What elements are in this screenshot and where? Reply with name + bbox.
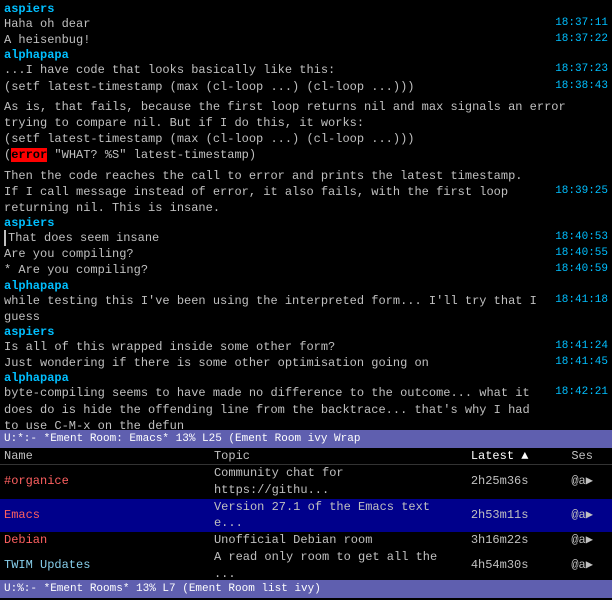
message-group: aspiers — [4, 2, 608, 16]
room-latest-cell: 2h25m36s — [467, 465, 568, 499]
table-header-row: Name Topic Latest ▲ Ses — [0, 448, 612, 465]
table-row[interactable]: #organice Community chat for https://gith… — [0, 465, 612, 499]
rooms-area: Name Topic Latest ▲ Ses #organice Communi… — [0, 448, 612, 580]
room-latest-cell: 4h54m30s — [467, 549, 568, 580]
message-time: 18:40:59 — [555, 262, 608, 277]
message-line: Are you compiling? 18:40:55 — [4, 246, 608, 262]
message-text: If I call message instead of error, it a… — [4, 184, 547, 216]
room-latest-cell: 2h53m11s — [467, 499, 568, 533]
table-row[interactable]: TWIM Updates A read only room to get all … — [0, 549, 612, 580]
message-time: 18:37:11 — [555, 16, 608, 31]
message-time: 18:40:55 — [555, 246, 608, 261]
room-name[interactable]: #organice — [4, 474, 69, 488]
message-text: Are you compiling? — [4, 246, 547, 262]
message-line: If I call message instead of error, it a… — [4, 184, 608, 216]
message-line: (setf latest-timestamp (max (cl-loop ...… — [4, 131, 608, 147]
room-session-cell: @a▶ — [567, 465, 612, 499]
table-row[interactable]: Debian Unofficial Debian room3h16m22s@a▶ — [0, 532, 612, 549]
message-group: alphapapa — [4, 279, 608, 293]
message-group: aspiers — [4, 216, 608, 230]
message-line: Then the code reaches the call to error … — [4, 168, 608, 184]
message-text: Just wondering if there is some other op… — [4, 355, 547, 371]
message-line: while testing this I've been using the i… — [4, 293, 608, 325]
room-name[interactable]: Debian — [4, 533, 47, 547]
chat-mode-line: U:*:- *Ement Room: Emacs* 13% L25 (Ement… — [0, 430, 612, 448]
room-topic-cell: Community chat for https://githu... — [210, 465, 467, 499]
author-label: alphapapa — [4, 48, 69, 62]
message-text: (setf latest-timestamp (max (cl-loop ...… — [4, 79, 547, 95]
message-time: 18:39:25 — [555, 184, 608, 199]
message-text: while testing this I've been using the i… — [4, 293, 547, 325]
room-name[interactable]: Emacs — [4, 508, 40, 522]
message-text: Haha oh dear — [4, 16, 547, 32]
message-line: Haha oh dear 18:37:11 — [4, 16, 608, 32]
message-line: * Are you compiling? 18:40:59 — [4, 262, 608, 278]
message-line: Just wondering if there is some other op… — [4, 355, 608, 371]
room-topic-cell: Version 27.1 of the Emacs text e... — [210, 499, 467, 533]
chat-area: aspiers Haha oh dear 18:37:11 A heisenbu… — [0, 0, 612, 430]
message-time: 18:38:43 — [555, 79, 608, 94]
message-line: (setf latest-timestamp (max (cl-loop ...… — [4, 79, 608, 95]
message-group: alphapapa — [4, 48, 608, 62]
room-name-cell: #organice — [0, 465, 210, 499]
message-time: 18:37:23 — [555, 62, 608, 77]
message-text: That does seem insane — [4, 230, 547, 246]
message-line: (error "WHAT? %S" latest-timestamp) — [4, 147, 608, 163]
room-name-cell: Debian — [0, 532, 210, 549]
message-time: 18:37:22 — [555, 32, 608, 47]
message-group: aspiers — [4, 325, 608, 339]
message-group: alphapapa — [4, 371, 608, 385]
mode-line-text: U:*:- *Ement Room: Emacs* 13% L25 (Ement… — [4, 433, 360, 445]
author-label: aspiers — [4, 2, 54, 16]
message-time: 18:40:53 — [555, 230, 608, 245]
author-label: aspiers — [4, 325, 54, 339]
error-token: error — [11, 148, 47, 162]
message-text: Then the code reaches the call to error … — [4, 168, 600, 184]
room-session-cell: @a▶ — [567, 532, 612, 549]
message-time: 18:41:18 — [555, 293, 608, 308]
table-row[interactable]: Emacs Version 27.1 of the Emacs text e...… — [0, 499, 612, 533]
message-line: byte-compiling seems to have made no dif… — [4, 385, 608, 430]
message-line: As is, that fails, because the first loo… — [4, 99, 608, 131]
message-text: Is all of this wrapped inside some other… — [4, 339, 547, 355]
message-text: ...I have code that looks basically like… — [4, 62, 547, 78]
rooms-tbody: #organice Community chat for https://gith… — [0, 465, 612, 581]
message-line: Is all of this wrapped inside some other… — [4, 339, 608, 355]
message-text: (setf latest-timestamp (max (cl-loop ...… — [4, 131, 600, 147]
message-time: 18:41:24 — [555, 339, 608, 354]
message-text: byte-compiling seems to have made no dif… — [4, 385, 547, 430]
message-line: That does seem insane 18:40:53 — [4, 230, 608, 246]
author-label: alphapapa — [4, 279, 69, 293]
author-label: alphapapa — [4, 371, 69, 385]
room-session-cell: @a▶ — [567, 549, 612, 580]
message-line: ...I have code that looks basically like… — [4, 62, 608, 78]
message-text: As is, that fails, because the first loo… — [4, 99, 600, 131]
room-topic-cell: A read only room to get all the ... — [210, 549, 467, 580]
rooms-mode-line-text: U:%:- *Ement Rooms* 13% L7 (Ement Room l… — [4, 583, 321, 595]
room-latest-cell: 3h16m22s — [467, 532, 568, 549]
message-text: (error "WHAT? %S" latest-timestamp) — [4, 147, 600, 163]
author-label: aspiers — [4, 216, 54, 230]
col-header-latest: Latest ▲ — [467, 448, 568, 465]
col-header-name: Name — [0, 448, 210, 465]
room-topic-cell: Unofficial Debian room — [210, 532, 467, 549]
col-header-session: Ses — [567, 448, 612, 465]
rooms-mode-line: U:%:- *Ement Rooms* 13% L7 (Ement Room l… — [0, 580, 612, 598]
message-time: 18:42:21 — [555, 385, 608, 400]
message-line: A heisenbug! 18:37:22 — [4, 32, 608, 48]
room-name[interactable]: TWIM Updates — [4, 558, 90, 572]
message-text: * Are you compiling? — [4, 262, 547, 278]
message-time: 18:41:45 — [555, 355, 608, 370]
room-session-cell: @a▶ — [567, 499, 612, 533]
room-name-cell: TWIM Updates — [0, 549, 210, 580]
room-name-cell: Emacs — [0, 499, 210, 533]
message-text: A heisenbug! — [4, 32, 547, 48]
rooms-table: Name Topic Latest ▲ Ses #organice Communi… — [0, 448, 612, 580]
col-header-topic: Topic — [210, 448, 467, 465]
